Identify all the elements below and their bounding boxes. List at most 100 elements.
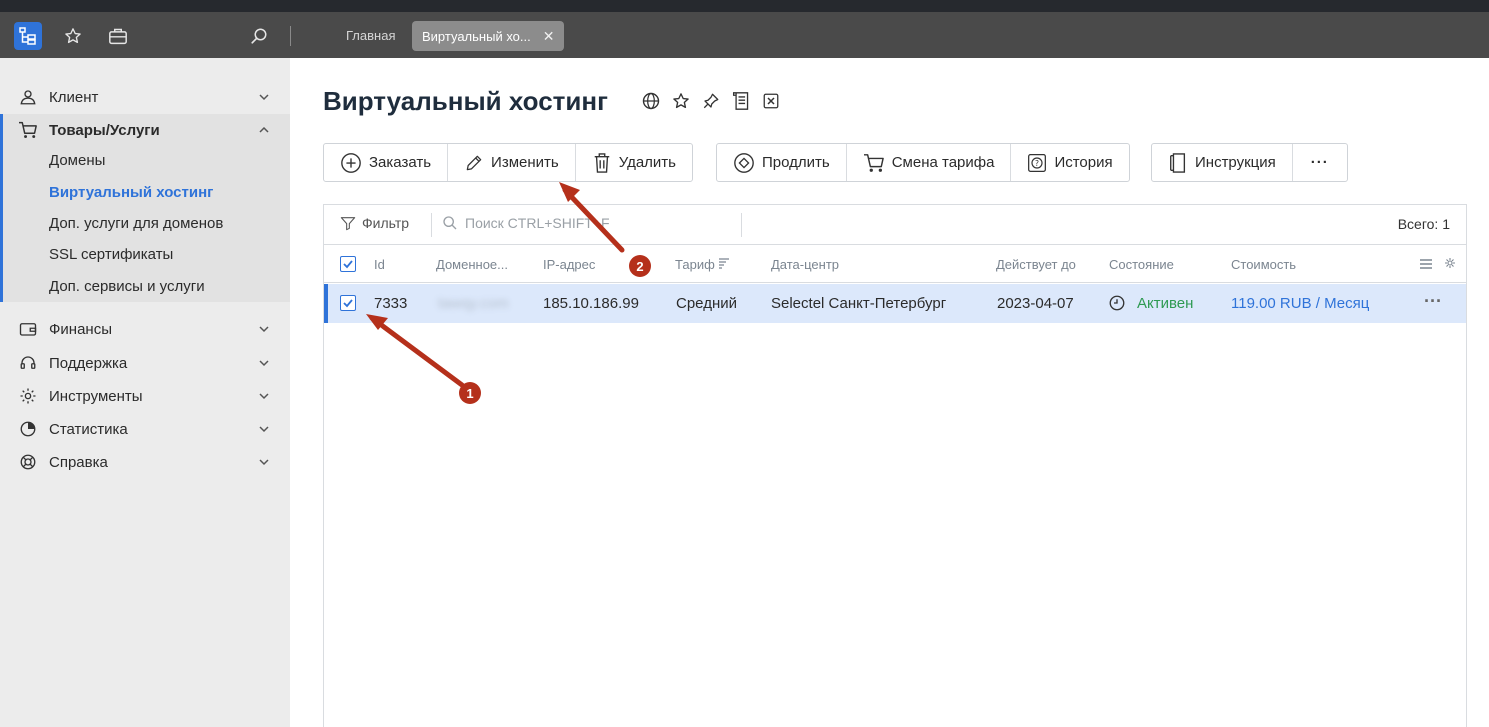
row-checkbox[interactable]	[340, 295, 356, 311]
plus-circle-icon	[341, 152, 361, 173]
filter-label: Фильтр	[362, 215, 410, 231]
lifebuoy-icon	[18, 452, 38, 472]
cell-price: 119.00 RUB / Месяц	[1231, 295, 1370, 312]
cell-domain[interactable]: tawqy.com	[438, 295, 509, 312]
pencil-icon	[466, 155, 482, 170]
cell-ip: 185.10.186.99	[543, 295, 639, 312]
app-logo-icon[interactable]	[14, 22, 42, 50]
sidebar-subitem-ssl[interactable]: SSL сертификаты	[49, 246, 173, 263]
sidebar-item-label: Статистика	[49, 420, 128, 438]
sidebar-item-label: Клиент	[49, 88, 99, 106]
sidebar-item-client[interactable]: Клиент	[0, 81, 290, 113]
column-header-tariff[interactable]: Тариф	[675, 257, 730, 272]
pin-icon[interactable]	[701, 91, 721, 111]
sidebar-subitem-virtual-hosting[interactable]: Виртуальный хостинг	[49, 184, 213, 201]
renew-button-label: Продлить	[762, 154, 830, 171]
sidebar-item-statistics[interactable]: Статистика	[0, 413, 290, 445]
cell-valid-until: 2023-04-07	[997, 295, 1074, 312]
sidebar-group-products: Товары/Услуги Домены Виртуальный хостинг…	[0, 114, 290, 302]
more-icon: ···	[1310, 154, 1329, 171]
more-actions-button[interactable]: ···	[1293, 144, 1347, 181]
tab-home[interactable]: Главная	[336, 21, 405, 51]
history-icon: ?	[1028, 153, 1047, 172]
star-icon[interactable]	[671, 91, 691, 111]
total-count: Всего: 1	[1397, 216, 1450, 232]
column-header-price[interactable]: Стоимость	[1231, 257, 1296, 272]
instruction-button[interactable]: Инструкция	[1152, 144, 1293, 181]
table-row[interactable]: 7333 tawqy.com 185.10.186.99 Средний Sel…	[324, 284, 1466, 323]
briefcase-icon[interactable]	[107, 25, 129, 47]
delete-button-label: Удалить	[618, 154, 676, 171]
sidebar-subitem-extra-services[interactable]: Доп. сервисы и услуги	[49, 278, 205, 295]
sidebar-item-tools[interactable]: Инструменты	[0, 380, 290, 412]
filter-button[interactable]: Фильтр	[340, 215, 409, 231]
sidebar-item-label: Финансы	[49, 320, 112, 338]
edit-button[interactable]: Изменить	[448, 144, 576, 181]
tab-virtual-hosting[interactable]: Виртуальный хо... ✕	[412, 21, 565, 51]
sidebar-item-label: Инструменты	[49, 387, 143, 405]
filter-icon	[340, 217, 356, 231]
chevron-down-icon	[259, 360, 269, 367]
sidebar-item-help[interactable]: Справка	[0, 446, 290, 478]
delete-button[interactable]: Удалить	[576, 144, 692, 181]
instruction-icon	[1170, 152, 1186, 173]
table-toolbar: Фильтр Поиск CTRL+SHIFT+F Всего: 1	[324, 205, 1466, 245]
excel-export-icon[interactable]	[761, 91, 781, 111]
chevron-down-icon	[259, 326, 269, 333]
history-button[interactable]: ? История	[1011, 144, 1128, 181]
order-button-label: Заказать	[369, 154, 432, 171]
app-header: Главная Виртуальный хо... ✕	[0, 12, 1489, 58]
column-header-datacenter[interactable]: Дата-центр	[771, 257, 839, 272]
toolbar-divider	[431, 213, 432, 237]
window-topbar	[0, 0, 1489, 12]
chevron-down-icon	[259, 426, 269, 433]
column-header-ip[interactable]: IP-адрес	[543, 257, 595, 272]
column-header-id[interactable]: Id	[374, 257, 385, 272]
chevron-down-icon	[259, 393, 269, 400]
annotation-badge-1: 1	[459, 382, 481, 404]
select-all-checkbox[interactable]	[340, 256, 356, 272]
column-menu-icon[interactable]	[1420, 258, 1432, 270]
headset-icon	[18, 353, 38, 373]
renew-button[interactable]: Продлить	[717, 144, 847, 181]
sidebar: Клиент Товары/Услуги Домены Виртуальный …	[0, 58, 290, 727]
svg-text:?: ?	[1035, 158, 1039, 167]
column-header-domain[interactable]: Доменное...	[436, 257, 508, 272]
cart-icon	[18, 120, 38, 140]
cell-datacenter: Selectel Санкт-Петербург	[771, 295, 947, 312]
history-button-label: История	[1054, 154, 1113, 171]
gear-icon	[18, 386, 38, 406]
close-tab-icon[interactable]: ✕	[543, 28, 555, 44]
edit-button-label: Изменить	[491, 154, 559, 171]
search-icon[interactable]	[248, 25, 270, 47]
sidebar-item-products[interactable]: Товары/Услуги	[0, 114, 290, 146]
column-header-status[interactable]: Состояние	[1109, 257, 1174, 272]
sidebar-subitem-domain-services[interactable]: Доп. услуги для доменов	[49, 215, 223, 232]
page-title: Виртуальный хостинг	[323, 86, 608, 116]
wallet-icon	[18, 319, 38, 339]
search-input[interactable]: Поиск CTRL+SHIFT+F	[442, 215, 610, 231]
user-icon	[18, 87, 38, 107]
title-actions	[641, 91, 781, 111]
sidebar-item-support[interactable]: Поддержка	[0, 347, 290, 379]
search-icon	[443, 216, 457, 230]
cell-tariff: Средний	[676, 295, 737, 312]
globe-icon[interactable]	[641, 91, 661, 111]
checkmark-icon	[343, 260, 353, 269]
table-settings-gear-icon[interactable]	[1444, 257, 1456, 269]
row-more-icon[interactable]: ···	[1424, 291, 1442, 312]
cart-icon	[863, 153, 884, 172]
trash-icon	[594, 152, 609, 173]
sidebar-subitem-domains[interactable]: Домены	[49, 152, 105, 169]
sort-icon	[719, 258, 730, 269]
cell-id: 7333	[374, 295, 408, 312]
column-header-valid-until[interactable]: Действует до	[996, 257, 1076, 272]
tab-virtual-hosting-label: Виртуальный хо...	[422, 29, 531, 44]
document-icon[interactable]	[731, 91, 751, 111]
favorites-star-icon[interactable]	[62, 25, 84, 47]
order-button[interactable]: Заказать	[324, 144, 449, 181]
change-tariff-button[interactable]: Смена тарифа	[847, 144, 1012, 181]
header-divider	[290, 26, 291, 46]
sidebar-item-finance[interactable]: Финансы	[0, 313, 290, 345]
help-actions: Инструкция ···	[1151, 143, 1348, 182]
